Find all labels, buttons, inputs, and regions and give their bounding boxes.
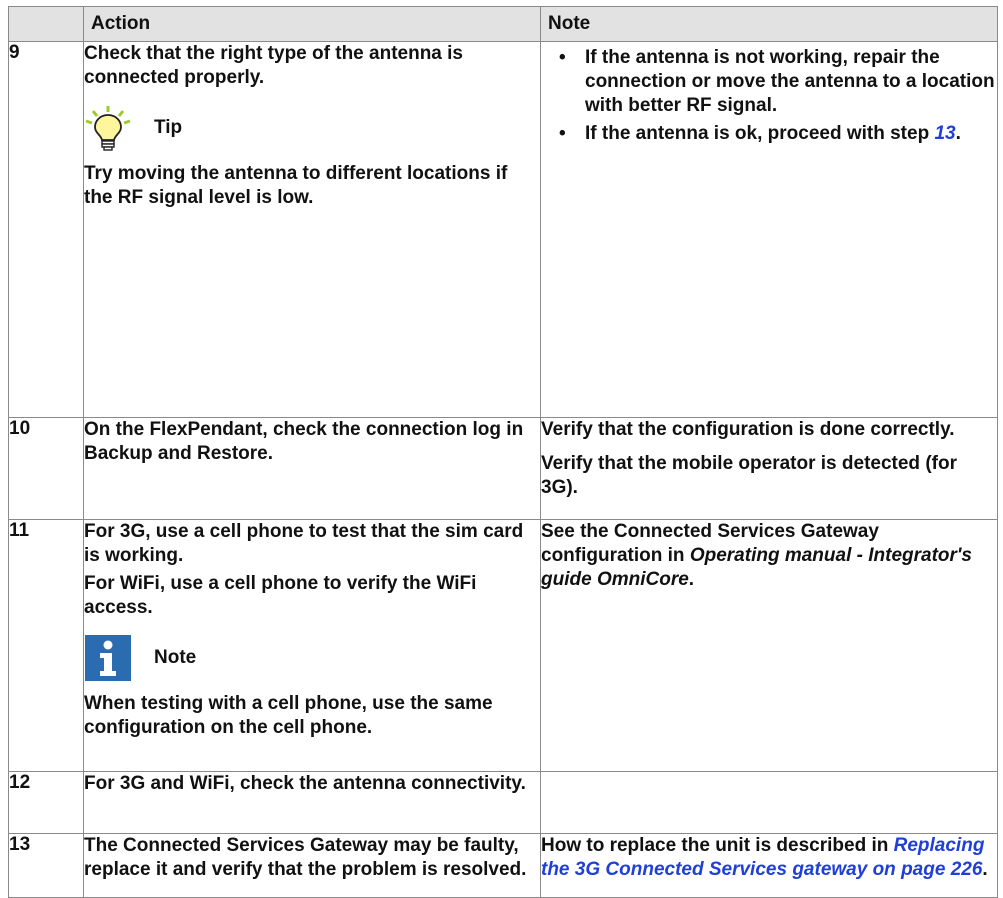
- backup-restore-label: Backup and Restore: [84, 443, 268, 464]
- note-cell: [540, 771, 998, 834]
- step-number: 12: [8, 771, 84, 834]
- step-number: 10: [8, 417, 84, 520]
- header-action: Action: [83, 6, 541, 42]
- tip-callout: Tip: [84, 104, 540, 152]
- action-cell: For 3G and WiFi, check the antenna conne…: [83, 771, 541, 834]
- procedure-table: Action Note 9 Check that the right type …: [8, 6, 998, 898]
- table-row: 13 The Connected Services Gateway may be…: [8, 833, 998, 898]
- tip-text: Try moving the antenna to different loca…: [84, 163, 508, 208]
- note-cell: See the Connected Services Gateway confi…: [540, 519, 998, 772]
- note-text: Verify that the configuration is done co…: [541, 419, 955, 440]
- action-text: The Connected Services Gateway may be fa…: [84, 835, 527, 880]
- step-number: 13: [8, 833, 84, 898]
- table-row: 10 On the FlexPendant, check the connect…: [8, 417, 998, 520]
- info-icon: [85, 635, 131, 681]
- note-cell: Verify that the configuration is done co…: [540, 417, 998, 520]
- note-callout: Note: [84, 634, 540, 682]
- action-text: For WiFi, use a cell phone to verify the…: [84, 573, 477, 618]
- action-cell: Check that the right type of the antenna…: [83, 41, 541, 418]
- lightbulb-icon: [85, 106, 131, 151]
- table-row: 11 For 3G, use a cell phone to test that…: [8, 519, 998, 772]
- tip-label: Tip: [154, 117, 183, 138]
- table-row: 9 Check that the right type of the anten…: [8, 41, 998, 418]
- action-text: For 3G, use a cell phone to test that th…: [84, 521, 524, 566]
- action-cell: On the FlexPendant, check the connection…: [83, 417, 541, 520]
- list-item: • If the antenna is not working, repair t…: [559, 47, 995, 116]
- step-link[interactable]: 13: [934, 123, 955, 144]
- table-header-row: Action Note: [8, 6, 998, 42]
- header-step: [8, 6, 84, 42]
- note-cell: How to replace the unit is described in …: [540, 833, 998, 898]
- header-note: Note: [540, 6, 998, 42]
- note-cell: • If the antenna is not working, repair t…: [540, 41, 998, 418]
- note-callout-text: When testing with a cell phone, use the …: [84, 693, 493, 738]
- action-text: For 3G and WiFi, check the antenna conne…: [84, 773, 526, 794]
- action-cell: The Connected Services Gateway may be fa…: [83, 833, 541, 898]
- step-number: 9: [8, 41, 84, 418]
- note-bullets: • If the antenna is not working, repair t…: [541, 46, 997, 146]
- step-number: 11: [8, 519, 84, 772]
- note-label: Note: [154, 647, 197, 668]
- action-text: Check that the right type of the antenna…: [84, 43, 463, 88]
- note-text: Verify that the mobile operator is detec…: [541, 453, 957, 498]
- action-cell: For 3G, use a cell phone to test that th…: [83, 519, 541, 772]
- table-row: 12 For 3G and WiFi, check the antenna co…: [8, 771, 998, 834]
- list-item: • If the antenna is ok, proceed with step…: [559, 123, 961, 144]
